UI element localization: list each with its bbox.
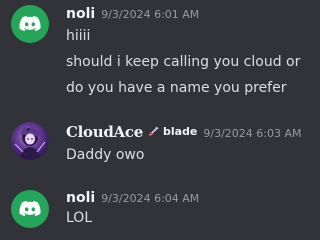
timestamp: 9/3/2024 6:03 AM <box>203 127 302 140</box>
message-header: noli 9/3/2024 6:01 AM <box>66 6 199 22</box>
timestamp: 9/3/2024 6:01 AM <box>101 8 200 21</box>
message-line: LOL <box>66 210 93 226</box>
timestamp: 9/3/2024 6:04 AM <box>101 192 200 205</box>
discord-logo-icon <box>19 201 41 217</box>
message-header: noli 9/3/2024 6:04 AM <box>66 190 199 206</box>
message-line: do you have a name you prefer <box>66 80 287 96</box>
avatar[interactable] <box>11 122 49 160</box>
character-avatar-icon <box>14 125 46 160</box>
discord-logo-icon <box>19 16 41 32</box>
role-tag[interactable]: blade <box>148 125 197 138</box>
username[interactable]: noli <box>66 190 95 206</box>
username[interactable]: noli <box>66 6 95 22</box>
avatar[interactable] <box>11 5 49 43</box>
username[interactable]: CloudAce <box>66 123 143 141</box>
avatar[interactable] <box>11 190 49 228</box>
sword-icon <box>149 126 159 136</box>
message-line: should i keep calling you cloud or <box>66 54 301 70</box>
message-header: CloudAce blade 9/3/2024 6:03 AM <box>66 123 301 141</box>
role-tag-label: blade <box>162 124 198 138</box>
message-line: hiiii <box>66 28 91 44</box>
message-line: Daddy owo <box>66 147 145 163</box>
